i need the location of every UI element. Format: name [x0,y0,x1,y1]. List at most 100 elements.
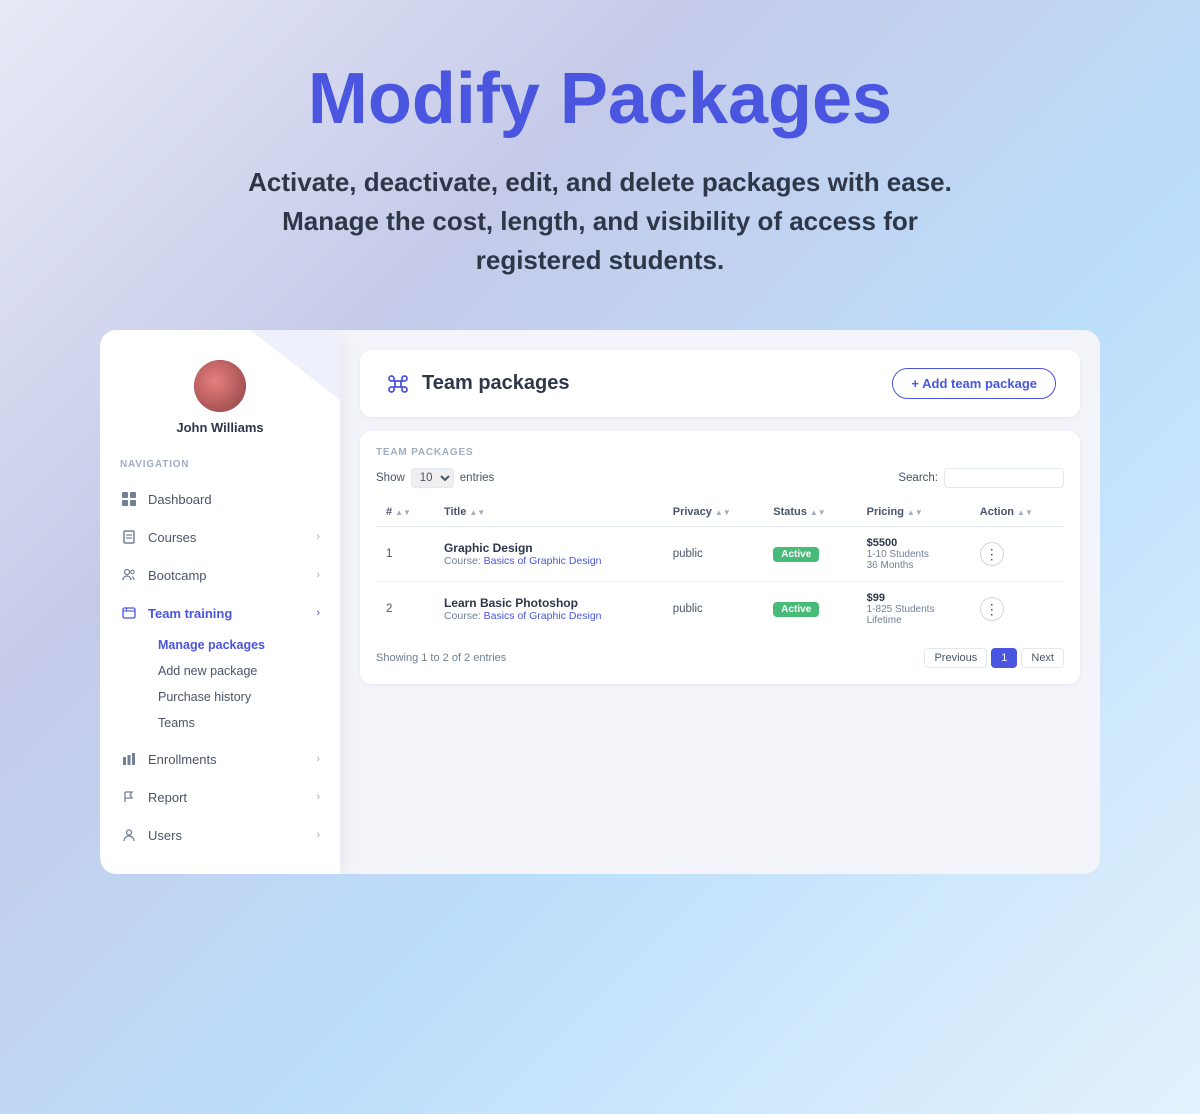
table-row: 1 Graphic Design Course: Basics of Graph… [376,527,1064,582]
cell-pricing-1: $99 1-825 Students Lifetime [857,582,970,637]
col-header-pricing: Pricing ▲▼ [857,498,970,527]
sub-item-add-new-package[interactable]: Add new package [148,658,340,684]
page-title: Modify Packages [308,60,892,139]
cell-status-0: Active [763,527,856,582]
search-input[interactable] [944,468,1064,488]
sort-title[interactable]: Title ▲▼ [444,506,485,518]
entries-label: entries [460,472,495,484]
sidebar-item-enrollments[interactable]: Enrollments › [100,740,340,778]
col-header-privacy: Privacy ▲▼ [663,498,764,527]
table-controls: Show 10 25 50 entries Search: [376,468,1064,488]
table-row: 2 Learn Basic Photoshop Course: Basics o… [376,582,1064,637]
packages-header-left: Team packages [384,370,570,398]
showing-entries: Showing 1 to 2 of 2 entries [376,652,506,664]
sidebar-item-bootcamp[interactable]: Bootcamp › [100,556,340,594]
pricing-duration-1: Lifetime [867,615,960,626]
nav-section-label: NAVIGATION [100,459,340,480]
course-sub-1: Course: Basics of Graphic Design [444,610,653,622]
page-1-button[interactable]: 1 [991,648,1017,668]
avatar [194,360,246,412]
sort-icon-status: ▲▼ [810,508,826,517]
sidebar-item-report[interactable]: Report › [100,778,340,816]
entries-select[interactable]: 10 25 50 [411,468,454,488]
table-body: 1 Graphic Design Course: Basics of Graph… [376,527,1064,637]
course-title-1: Learn Basic Photoshop [444,596,653,610]
col-header-num: # ▲▼ [376,498,434,527]
cell-status-1: Active [763,582,856,637]
action-button-0[interactable]: ⋮ [980,542,1004,566]
packages-title: Team packages [422,372,570,395]
sidebar-label-report: Report [148,790,306,805]
app-container: John Williams NAVIGATION Dashboard [100,330,1100,874]
cell-action-0: ⋮ [970,527,1064,582]
packages-table: # ▲▼ Title ▲▼ Privacy [376,498,1064,636]
course-sub-0: Course: Basics of Graphic Design [444,555,653,567]
profile-name: John Williams [176,420,263,435]
cell-num-0: 1 [376,527,434,582]
cell-privacy-1: public [663,582,764,637]
chevron-right-icon4: › [316,753,320,765]
course-link-0[interactable]: Basics of Graphic Design [484,555,602,567]
sort-action[interactable]: Action ▲▼ [980,506,1033,518]
chevron-right-icon3: › [316,607,320,619]
users-icon [120,566,138,584]
sub-item-manage-packages[interactable]: Manage packages [148,632,340,658]
next-page-button[interactable]: Next [1021,648,1064,668]
main-content: Team packages + Add team package TEAM PA… [340,330,1100,874]
status-badge-1: Active [773,602,819,617]
chevron-right-icon5: › [316,791,320,803]
sort-privacy[interactable]: Privacy ▲▼ [673,506,731,518]
sort-status[interactable]: Status ▲▼ [773,506,825,518]
action-button-1[interactable]: ⋮ [980,597,1004,621]
sort-icon-title: ▲▼ [469,508,485,517]
table-section-label: TEAM PACKAGES [376,447,1064,458]
sidebar-item-dashboard[interactable]: Dashboard [100,480,340,518]
sidebar: John Williams NAVIGATION Dashboard [100,330,340,874]
sidebar-item-users[interactable]: Users › [100,816,340,854]
sort-icon-action: ▲▼ [1017,508,1033,517]
pricing-price-1: $99 [867,592,960,604]
sidebar-item-team-training[interactable]: Team training › [100,594,340,632]
sidebar-label-courses: Courses [148,530,306,545]
pricing-duration-0: 36 Months [867,560,960,571]
table-header-row: # ▲▼ Title ▲▼ Privacy [376,498,1064,527]
sort-icon-pricing: ▲▼ [907,508,923,517]
col-header-status: Status ▲▼ [763,498,856,527]
show-label: Show [376,472,405,484]
sidebar-label-dashboard: Dashboard [148,492,320,507]
sidebar-label-users: Users [148,828,306,843]
pricing-students-0: 1-10 Students [867,549,960,560]
sidebar-label-bootcamp: Bootcamp [148,568,306,583]
profile-section: John Williams [100,360,340,459]
sub-item-purchase-history[interactable]: Purchase history [148,684,340,710]
team-training-sub-items: Manage packages Add new package Purchase… [100,632,340,740]
sidebar-item-courses[interactable]: Courses › [100,518,340,556]
prev-page-button[interactable]: Previous [924,648,987,668]
pagination: Previous 1 Next [924,648,1064,668]
sort-icon-privacy: ▲▼ [715,508,731,517]
sidebar-label-team-training: Team training [148,606,306,621]
add-team-package-button[interactable]: + Add team package [892,368,1056,399]
cell-pricing-0: $5500 1-10 Students 36 Months [857,527,970,582]
sort-pricing[interactable]: Pricing ▲▼ [867,506,923,518]
person-icon [120,826,138,844]
command-icon [384,370,412,398]
search-area: Search: [898,468,1064,488]
sub-item-teams[interactable]: Teams [148,710,340,736]
chevron-right-icon6: › [316,829,320,841]
col-header-title: Title ▲▼ [434,498,663,527]
sort-icon-num: ▲▼ [395,508,411,517]
chart-icon [120,750,138,768]
grid-icon [120,490,138,508]
cell-action-1: ⋮ [970,582,1064,637]
pricing-students-1: 1-825 Students [867,604,960,615]
search-label: Search: [898,472,938,484]
table-card: TEAM PACKAGES Show 10 25 50 entries Sear… [360,431,1080,684]
team-training-icon [120,604,138,622]
sort-num[interactable]: # ▲▼ [386,506,411,518]
course-title-0: Graphic Design [444,541,653,555]
sidebar-label-enrollments: Enrollments [148,752,306,767]
course-link-1[interactable]: Basics of Graphic Design [484,610,602,622]
packages-header-card: Team packages + Add team package [360,350,1080,417]
flag-icon [120,788,138,806]
